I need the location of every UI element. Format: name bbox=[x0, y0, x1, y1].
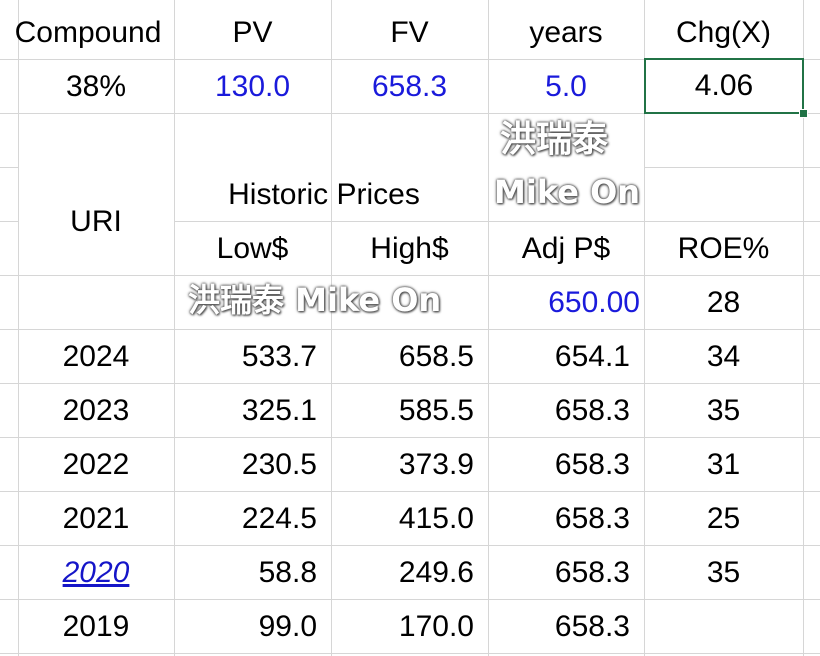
current-roe[interactable]: 28 bbox=[644, 276, 803, 330]
adj-cell[interactable]: 658.3 bbox=[488, 600, 644, 654]
high-cell[interactable]: 373.9 bbox=[331, 438, 488, 492]
chg-value-selected-cell[interactable]: 4.06 bbox=[644, 58, 804, 114]
years-value[interactable]: 5.0 bbox=[488, 60, 644, 114]
compound-header[interactable]: Compound bbox=[0, 6, 176, 60]
adj-cell[interactable]: 654.1 bbox=[488, 330, 644, 384]
pv-value[interactable]: 130.0 bbox=[174, 60, 331, 114]
low-header[interactable]: Low$ bbox=[174, 222, 331, 276]
roe-cell[interactable]: 34 bbox=[644, 330, 803, 384]
fill-handle[interactable] bbox=[799, 109, 808, 118]
chg-header[interactable]: Chg(X) bbox=[644, 6, 803, 60]
year-cell[interactable]: 2023 bbox=[18, 384, 174, 438]
roe-cell[interactable]: 35 bbox=[644, 384, 803, 438]
adj-header[interactable]: Adj P$ bbox=[488, 222, 644, 276]
high-cell[interactable]: 585.5 bbox=[331, 384, 488, 438]
adj-cell[interactable]: 658.3 bbox=[488, 492, 644, 546]
pv-header[interactable]: PV bbox=[174, 6, 331, 60]
roe-header[interactable]: ROE% bbox=[644, 222, 803, 276]
low-cell[interactable]: 58.8 bbox=[174, 546, 331, 600]
adj-cell[interactable]: 658.3 bbox=[488, 546, 644, 600]
roe-cell[interactable]: 35 bbox=[644, 546, 803, 600]
fv-value[interactable]: 658.3 bbox=[331, 60, 488, 114]
low-cell[interactable]: 325.1 bbox=[174, 384, 331, 438]
years-header[interactable]: years bbox=[488, 6, 644, 60]
roe-cell[interactable]: 25 bbox=[644, 492, 803, 546]
high-header[interactable]: High$ bbox=[331, 222, 488, 276]
compound-value[interactable]: 38% bbox=[18, 60, 174, 114]
adj-cell[interactable]: 658.3 bbox=[488, 384, 644, 438]
ticker-label[interactable]: URI bbox=[18, 195, 174, 249]
high-cell[interactable]: 415.0 bbox=[331, 492, 488, 546]
high-cell[interactable]: 658.5 bbox=[331, 330, 488, 384]
gridline bbox=[644, 167, 820, 168]
spreadsheet-grid: Compound PV FV years Chg(X) 38% 130.0 65… bbox=[0, 0, 820, 656]
year-cell[interactable]: 2022 bbox=[18, 438, 174, 492]
watermark-combined: 洪瑞泰 Mike On bbox=[188, 281, 442, 319]
current-adj-price[interactable]: 650.00 bbox=[488, 276, 644, 330]
low-cell[interactable]: 99.0 bbox=[174, 600, 331, 654]
roe-cell[interactable]: 31 bbox=[644, 438, 803, 492]
watermark-latin: Mike On bbox=[494, 173, 641, 211]
fv-header[interactable]: FV bbox=[331, 6, 488, 60]
gridline bbox=[0, 167, 18, 168]
historic-prices-label[interactable]: Historic Prices bbox=[174, 168, 474, 222]
year-cell[interactable]: 2021 bbox=[18, 492, 174, 546]
adj-cell[interactable]: 658.3 bbox=[488, 438, 644, 492]
high-cell[interactable]: 170.0 bbox=[331, 600, 488, 654]
low-cell[interactable]: 533.7 bbox=[174, 330, 331, 384]
low-cell[interactable]: 230.5 bbox=[174, 438, 331, 492]
gridline bbox=[0, 221, 18, 222]
watermark-chinese: 洪瑞泰 bbox=[500, 119, 609, 160]
high-cell[interactable]: 249.6 bbox=[331, 546, 488, 600]
year-link-cell[interactable]: 2020 bbox=[18, 546, 174, 600]
year-cell[interactable]: 2019 bbox=[18, 600, 174, 654]
year-cell[interactable]: 2024 bbox=[18, 330, 174, 384]
roe-cell[interactable] bbox=[644, 600, 803, 654]
low-cell[interactable]: 224.5 bbox=[174, 492, 331, 546]
